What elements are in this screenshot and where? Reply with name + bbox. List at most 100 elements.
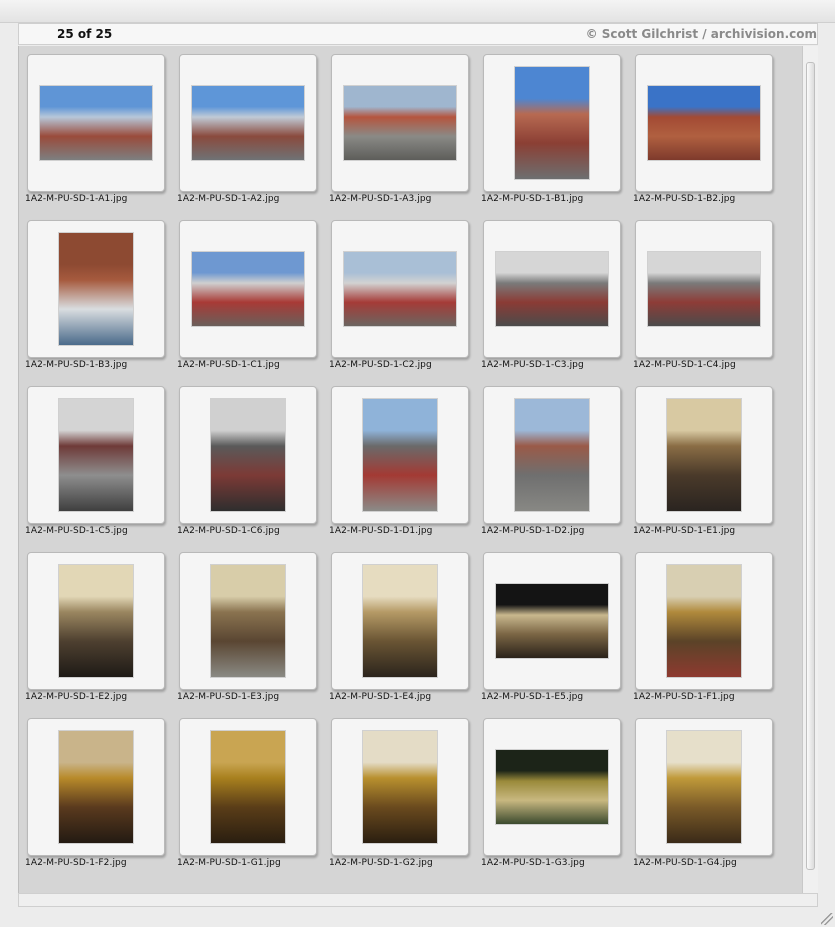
thumbnail-viewport: 1A2-M-PU-SD-1-A1.jpg 1A2-M-PU-SD-1-A2.jpg… xyxy=(18,46,802,893)
slide-thumbnail[interactable] xyxy=(59,731,133,843)
slide-item[interactable]: 1A2-M-PU-SD-1-F2.jpg xyxy=(25,716,177,882)
slide-thumbnail[interactable] xyxy=(192,86,304,160)
slide-mount[interactable] xyxy=(635,54,773,192)
slide-thumbnail[interactable] xyxy=(211,565,285,677)
slide-thumbnail[interactable] xyxy=(59,233,133,345)
slide-filename: 1A2-M-PU-SD-1-B2.jpg xyxy=(633,194,736,204)
image-counter: 25 of 25 xyxy=(57,27,113,41)
slide-mount[interactable] xyxy=(179,220,317,358)
slide-thumbnail[interactable] xyxy=(211,731,285,843)
slide-mount[interactable] xyxy=(331,386,469,524)
slide-thumbnail[interactable] xyxy=(667,731,741,843)
slide-filename: 1A2-M-PU-SD-1-C4.jpg xyxy=(633,360,736,370)
slide-item[interactable]: 1A2-M-PU-SD-1-F1.jpg xyxy=(633,550,785,716)
slide-mount[interactable] xyxy=(331,718,469,856)
slide-mount[interactable] xyxy=(179,54,317,192)
slide-mount[interactable] xyxy=(179,386,317,524)
slide-thumbnail[interactable] xyxy=(363,565,437,677)
slide-thumbnail[interactable] xyxy=(363,399,437,511)
slide-item[interactable]: 1A2-M-PU-SD-1-E1.jpg xyxy=(633,384,785,550)
slide-item[interactable]: 1A2-M-PU-SD-1-E5.jpg xyxy=(481,550,633,716)
slide-thumbnail[interactable] xyxy=(59,565,133,677)
slide-thumbnail[interactable] xyxy=(667,399,741,511)
slide-item[interactable]: 1A2-M-PU-SD-1-G4.jpg xyxy=(633,716,785,882)
slide-item[interactable]: 1A2-M-PU-SD-1-B3.jpg xyxy=(25,218,177,384)
slide-item[interactable]: 1A2-M-PU-SD-1-A3.jpg xyxy=(329,52,481,218)
slide-thumbnail[interactable] xyxy=(648,86,760,160)
slide-mount[interactable] xyxy=(331,54,469,192)
slide-filename: 1A2-M-PU-SD-1-E1.jpg xyxy=(633,526,736,536)
slide-thumbnail[interactable] xyxy=(667,565,741,677)
slide-filename: 1A2-M-PU-SD-1-E2.jpg xyxy=(25,692,128,702)
slide-thumbnail[interactable] xyxy=(496,252,608,326)
slide-item[interactable]: 1A2-M-PU-SD-1-A1.jpg xyxy=(25,52,177,218)
slide-item[interactable]: 1A2-M-PU-SD-1-E4.jpg xyxy=(329,550,481,716)
slide-item[interactable]: 1A2-M-PU-SD-1-G3.jpg xyxy=(481,716,633,882)
slide-mount[interactable] xyxy=(635,386,773,524)
slide-mount[interactable] xyxy=(27,386,165,524)
slide-filename: 1A2-M-PU-SD-1-G3.jpg xyxy=(481,858,585,868)
slide-mount[interactable] xyxy=(635,552,773,690)
slide-item[interactable]: 1A2-M-PU-SD-1-D1.jpg xyxy=(329,384,481,550)
slide-item[interactable]: 1A2-M-PU-SD-1-C5.jpg xyxy=(25,384,177,550)
slide-mount[interactable] xyxy=(179,552,317,690)
slide-thumbnail[interactable] xyxy=(496,584,608,658)
slide-item[interactable]: 1A2-M-PU-SD-1-A2.jpg xyxy=(177,52,329,218)
slide-mount[interactable] xyxy=(179,718,317,856)
slide-filename: 1A2-M-PU-SD-1-B1.jpg xyxy=(481,194,584,204)
slide-item[interactable]: 1A2-M-PU-SD-1-B2.jpg xyxy=(633,52,785,218)
slide-thumbnail[interactable] xyxy=(648,252,760,326)
window-top-strip xyxy=(0,0,835,23)
slide-mount[interactable] xyxy=(331,220,469,358)
slide-thumbnail[interactable] xyxy=(211,399,285,511)
slide-item[interactable]: 1A2-M-PU-SD-1-C6.jpg xyxy=(177,384,329,550)
slide-item[interactable]: 1A2-M-PU-SD-1-G1.jpg xyxy=(177,716,329,882)
slide-filename: 1A2-M-PU-SD-1-C5.jpg xyxy=(25,526,128,536)
slide-thumbnail[interactable] xyxy=(344,86,456,160)
slide-mount[interactable] xyxy=(635,220,773,358)
slide-thumbnail[interactable] xyxy=(363,731,437,843)
slide-filename: 1A2-M-PU-SD-1-C2.jpg xyxy=(329,360,432,370)
slide-filename: 1A2-M-PU-SD-1-G4.jpg xyxy=(633,858,737,868)
slide-thumbnail[interactable] xyxy=(344,252,456,326)
slide-filename: 1A2-M-PU-SD-1-F1.jpg xyxy=(633,692,735,702)
slide-item[interactable]: 1A2-M-PU-SD-1-C2.jpg xyxy=(329,218,481,384)
slide-thumbnail[interactable] xyxy=(192,252,304,326)
slide-item[interactable]: 1A2-M-PU-SD-1-B1.jpg xyxy=(481,52,633,218)
slide-item[interactable]: 1A2-M-PU-SD-1-E2.jpg xyxy=(25,550,177,716)
slide-mount[interactable] xyxy=(331,552,469,690)
slide-thumbnail[interactable] xyxy=(59,399,133,511)
slide-mount[interactable] xyxy=(483,386,621,524)
slide-item[interactable]: 1A2-M-PU-SD-1-D2.jpg xyxy=(481,384,633,550)
slide-filename: 1A2-M-PU-SD-1-A1.jpg xyxy=(25,194,128,204)
slide-item[interactable]: 1A2-M-PU-SD-1-C4.jpg xyxy=(633,218,785,384)
slide-item[interactable]: 1A2-M-PU-SD-1-E3.jpg xyxy=(177,550,329,716)
slide-thumbnail[interactable] xyxy=(40,86,152,160)
slide-mount[interactable] xyxy=(27,220,165,358)
slide-item[interactable]: 1A2-M-PU-SD-1-G2.jpg xyxy=(329,716,481,882)
slide-mount[interactable] xyxy=(27,54,165,192)
vertical-scrollbar[interactable] xyxy=(802,46,818,893)
slide-thumbnail[interactable] xyxy=(496,750,608,824)
scrollbar-thumb[interactable] xyxy=(806,62,815,870)
slide-filename: 1A2-M-PU-SD-1-E4.jpg xyxy=(329,692,432,702)
slide-filename: 1A2-M-PU-SD-1-G2.jpg xyxy=(329,858,433,868)
slide-filename: 1A2-M-PU-SD-1-F2.jpg xyxy=(25,858,127,868)
slide-item[interactable]: 1A2-M-PU-SD-1-C3.jpg xyxy=(481,218,633,384)
slide-filename: 1A2-M-PU-SD-1-B3.jpg xyxy=(25,360,128,370)
slide-mount[interactable] xyxy=(27,718,165,856)
slide-thumbnail[interactable] xyxy=(515,399,589,511)
header-bar: 25 of 25 © Scott Gilchrist / archivision… xyxy=(18,23,818,45)
slide-filename: 1A2-M-PU-SD-1-D2.jpg xyxy=(481,526,585,536)
slide-mount[interactable] xyxy=(635,718,773,856)
slide-item[interactable]: 1A2-M-PU-SD-1-C1.jpg xyxy=(177,218,329,384)
slide-mount[interactable] xyxy=(483,552,621,690)
slide-mount[interactable] xyxy=(483,220,621,358)
resize-grip-icon[interactable] xyxy=(821,913,833,925)
slide-filename: 1A2-M-PU-SD-1-E3.jpg xyxy=(177,692,280,702)
horizontal-scrollbar[interactable] xyxy=(18,893,818,907)
slide-mount[interactable] xyxy=(27,552,165,690)
slide-thumbnail[interactable] xyxy=(515,67,589,179)
slide-mount[interactable] xyxy=(483,718,621,856)
slide-mount[interactable] xyxy=(483,54,621,192)
